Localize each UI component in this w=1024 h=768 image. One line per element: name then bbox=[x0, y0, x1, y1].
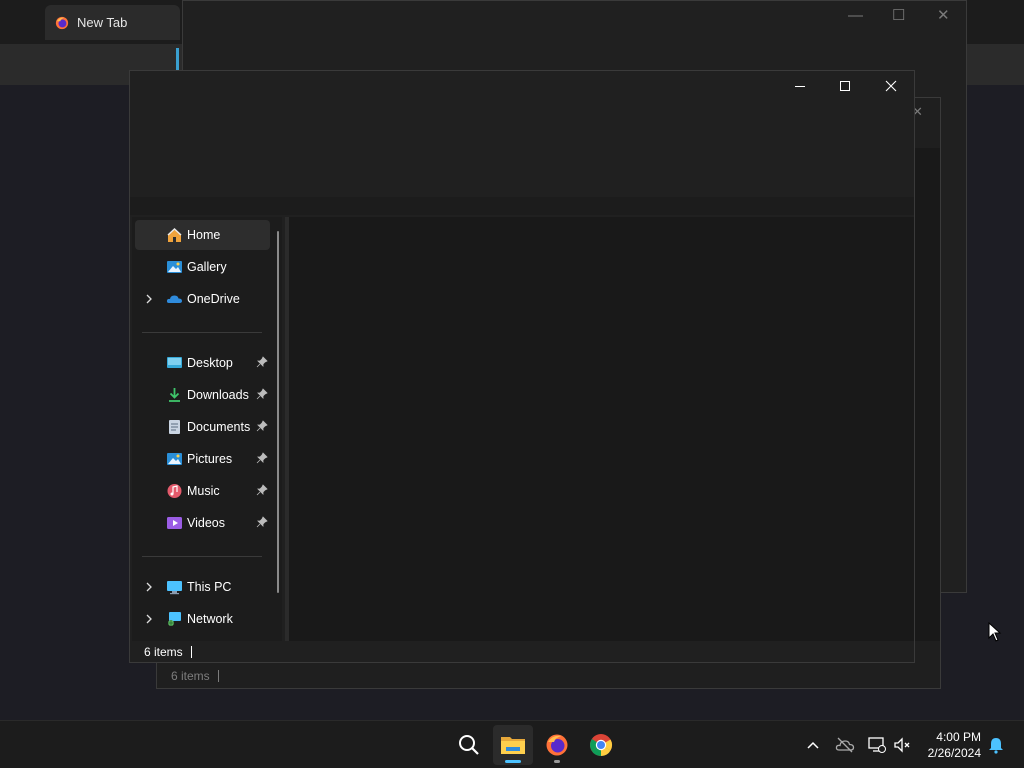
taskbar: 4:00 PM 2/26/2024 bbox=[0, 720, 1024, 768]
nav-scrollbar[interactable] bbox=[277, 231, 279, 593]
pin-icon[interactable] bbox=[256, 452, 268, 464]
nav-item-label: Network bbox=[187, 612, 233, 626]
nav-item-videos[interactable]: Videos bbox=[135, 508, 270, 538]
nav-item-downloads[interactable]: Downloads bbox=[135, 380, 270, 410]
nav-item-documents[interactable]: Documents bbox=[135, 412, 270, 442]
pin-icon[interactable] bbox=[256, 388, 268, 400]
nav-item-label: Documents bbox=[187, 420, 251, 434]
nav-item-label: Music bbox=[187, 484, 220, 498]
maximize-button[interactable] bbox=[822, 71, 868, 101]
close-icon[interactable]: ✕ bbox=[937, 6, 950, 24]
status-bar: 6 items bbox=[130, 642, 914, 662]
onedrive-offline-icon[interactable] bbox=[835, 735, 855, 755]
nav-item-label: This PC bbox=[187, 580, 232, 594]
browser-tab-title: New Tab bbox=[77, 15, 128, 30]
maximize-icon bbox=[840, 81, 850, 91]
firefox-icon bbox=[546, 734, 568, 756]
chevron-right-icon[interactable] bbox=[143, 581, 155, 593]
window-edge-accent bbox=[176, 48, 179, 70]
volume-muted-icon[interactable] bbox=[892, 735, 912, 755]
nav-item-onedrive[interactable]: OneDrive bbox=[135, 284, 270, 314]
clock-time: 4:00 PM bbox=[936, 730, 981, 744]
search-icon bbox=[459, 735, 479, 755]
status-item-count: 6 items bbox=[171, 669, 210, 683]
status-item-count: 6 items bbox=[144, 645, 183, 659]
explorer-window: Home Gallery OneDrive Desktop Downloads bbox=[129, 70, 915, 663]
chevron-right-icon[interactable] bbox=[143, 293, 155, 305]
chevron-right-icon[interactable] bbox=[143, 613, 155, 625]
music-icon bbox=[167, 484, 182, 498]
nav-item-this-pc[interactable]: This PC bbox=[135, 572, 270, 602]
close-button[interactable] bbox=[868, 71, 914, 101]
minimize-button[interactable] bbox=[777, 71, 823, 101]
browser-tab[interactable]: New Tab bbox=[45, 5, 180, 40]
navigation-pane: Home Gallery OneDrive Desktop Downloads bbox=[132, 217, 282, 641]
file-list-pane[interactable] bbox=[289, 217, 914, 641]
nav-item-label: Desktop bbox=[187, 356, 233, 370]
download-icon bbox=[169, 388, 180, 402]
gallery-icon bbox=[167, 261, 182, 273]
minimize-icon bbox=[795, 86, 805, 87]
nav-item-label: Home bbox=[187, 228, 221, 242]
nav-item-desktop[interactable]: Desktop bbox=[135, 348, 270, 378]
minimize-icon[interactable]: — bbox=[848, 7, 863, 24]
pictures-icon bbox=[167, 453, 182, 465]
network-status-icon[interactable] bbox=[867, 735, 887, 755]
taskbar-file-explorer[interactable] bbox=[493, 725, 533, 765]
nav-item-network[interactable]: Network bbox=[135, 604, 270, 634]
pin-icon[interactable] bbox=[256, 516, 268, 528]
nav-separator bbox=[142, 556, 262, 557]
nav-item-label: Downloads bbox=[187, 388, 249, 402]
nav-item-home[interactable]: Home bbox=[135, 220, 270, 250]
nav-item-label: OneDrive bbox=[187, 292, 240, 306]
clock-date: 2/26/2024 bbox=[927, 746, 981, 760]
command-bar bbox=[130, 197, 914, 215]
taskbar-search-button[interactable] bbox=[449, 725, 489, 765]
cloud-icon bbox=[166, 295, 182, 303]
desktop-icon bbox=[167, 357, 182, 368]
pin-icon[interactable] bbox=[256, 484, 268, 496]
firefox-icon bbox=[55, 16, 69, 29]
nav-item-pictures[interactable]: Pictures bbox=[135, 444, 270, 474]
chrome-icon bbox=[590, 734, 612, 756]
chevron-up-icon[interactable] bbox=[803, 735, 823, 755]
maximize-icon[interactable]: ☐ bbox=[892, 6, 905, 24]
pin-icon[interactable] bbox=[256, 420, 268, 432]
nav-item-label: Pictures bbox=[187, 452, 233, 466]
nav-item-gallery[interactable]: Gallery bbox=[135, 252, 270, 282]
status-separator bbox=[191, 646, 192, 658]
network-icon bbox=[168, 612, 181, 626]
pc-icon bbox=[167, 581, 182, 595]
running-indicator bbox=[505, 760, 521, 763]
mouse-cursor-icon bbox=[988, 622, 1002, 642]
system-clock[interactable]: 4:00 PM 2/26/2024 bbox=[917, 729, 981, 761]
nav-item-label: Videos bbox=[187, 516, 225, 530]
taskbar-firefox[interactable] bbox=[537, 725, 577, 765]
document-icon bbox=[169, 420, 180, 434]
nav-item-label: Gallery bbox=[187, 260, 227, 274]
notification-bell-icon[interactable] bbox=[986, 735, 1006, 755]
home-icon bbox=[167, 227, 182, 242]
status-separator bbox=[218, 670, 219, 682]
pin-icon[interactable] bbox=[256, 356, 268, 368]
running-indicator bbox=[554, 760, 560, 763]
taskbar-chrome[interactable] bbox=[581, 725, 621, 765]
nav-item-music[interactable]: Music bbox=[135, 476, 270, 506]
close-icon bbox=[885, 80, 897, 92]
file-explorer-icon bbox=[501, 737, 525, 754]
nav-separator bbox=[142, 332, 262, 333]
videos-icon bbox=[167, 517, 182, 529]
